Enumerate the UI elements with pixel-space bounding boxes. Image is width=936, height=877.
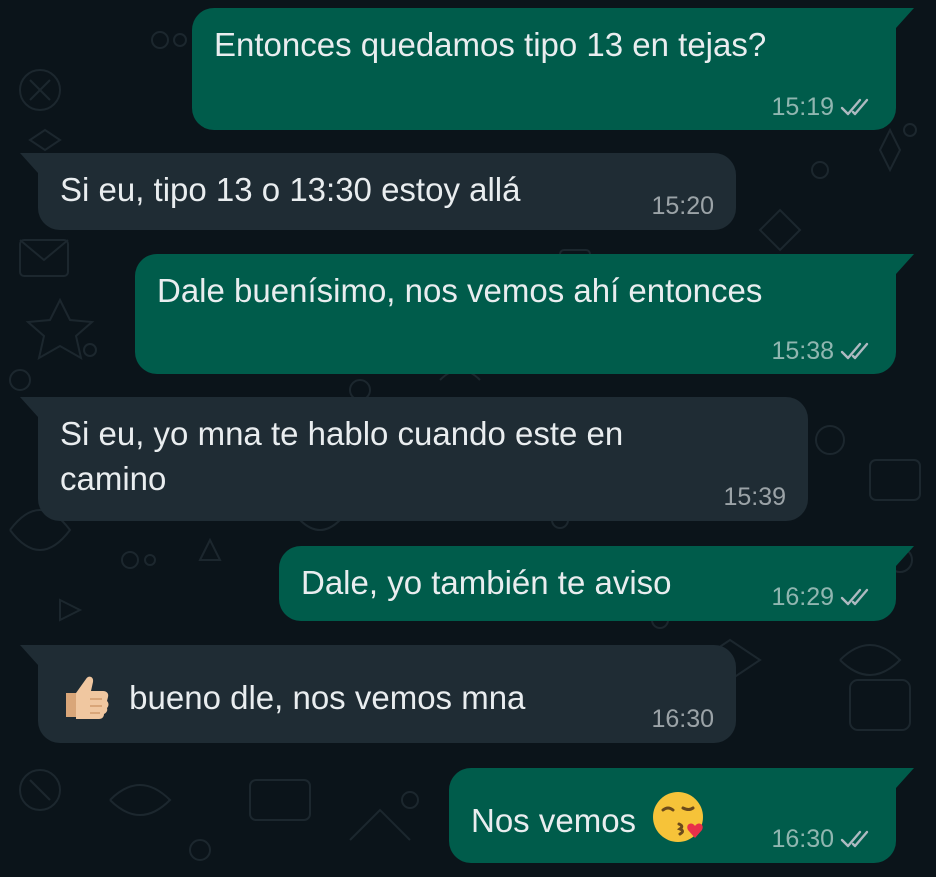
message-text: Dale buenísimo, nos vemos ahí entonces <box>157 272 763 309</box>
read-ticks-icon <box>840 586 874 608</box>
message-bubble-incoming[interactable]: Si eu, yo mna te hablo cuando este en ca… <box>20 397 808 521</box>
message-text-line1: Si eu, yo mna te hablo cuando este en <box>60 415 624 452</box>
message-meta: 16:30 <box>651 705 714 733</box>
message-text: Entonces quedamos tipo 13 en tejas? <box>214 26 767 63</box>
message-meta: 16:30 <box>771 825 874 853</box>
message-meta: 16:29 <box>771 583 874 611</box>
message-text-line2: camino <box>60 460 167 497</box>
message-content: bueno dle, nos vemos mna <box>60 669 714 732</box>
message-meta: 15:19 <box>771 93 874 121</box>
message-time: 15:20 <box>651 192 714 220</box>
message-bubble-outgoing[interactable]: Dale, yo también te aviso 16:29 <box>279 546 914 621</box>
read-ticks-icon <box>840 828 874 850</box>
message-bubble-incoming[interactable]: Si eu, tipo 13 o 13:30 estoy allá 15:20 <box>20 153 736 230</box>
message-time: 16:30 <box>771 825 834 853</box>
message-bubble-outgoing[interactable]: Dale buenísimo, nos vemos ahí entonces 1… <box>135 254 914 374</box>
message-bubble-outgoing[interactable]: Entonces quedamos tipo 13 en tejas? 15:1… <box>192 8 914 130</box>
message-time: 15:38 <box>771 337 834 365</box>
kissing-face-icon <box>651 790 707 857</box>
message-time: 16:29 <box>771 583 834 611</box>
message-meta: 15:39 <box>723 483 786 511</box>
message-time: 16:30 <box>651 705 714 733</box>
message-text: bueno dle, nos vemos mna <box>129 679 526 717</box>
message-meta: 15:38 <box>771 337 874 365</box>
message-time: 15:39 <box>723 483 786 511</box>
message-text: Nos vemos <box>471 802 637 840</box>
message-text: Si eu, tipo 13 o 13:30 estoy allá <box>60 171 521 208</box>
read-ticks-icon <box>840 96 874 118</box>
message-time: 15:19 <box>771 93 834 121</box>
read-ticks-icon <box>840 340 874 362</box>
thumbs-up-icon <box>60 669 112 732</box>
message-bubble-outgoing[interactable]: Nos vemos 16:30 <box>449 768 914 863</box>
message-meta: 15:20 <box>651 192 714 220</box>
message-bubble-incoming[interactable]: bueno dle, nos vemos mna 16:30 <box>20 645 736 743</box>
